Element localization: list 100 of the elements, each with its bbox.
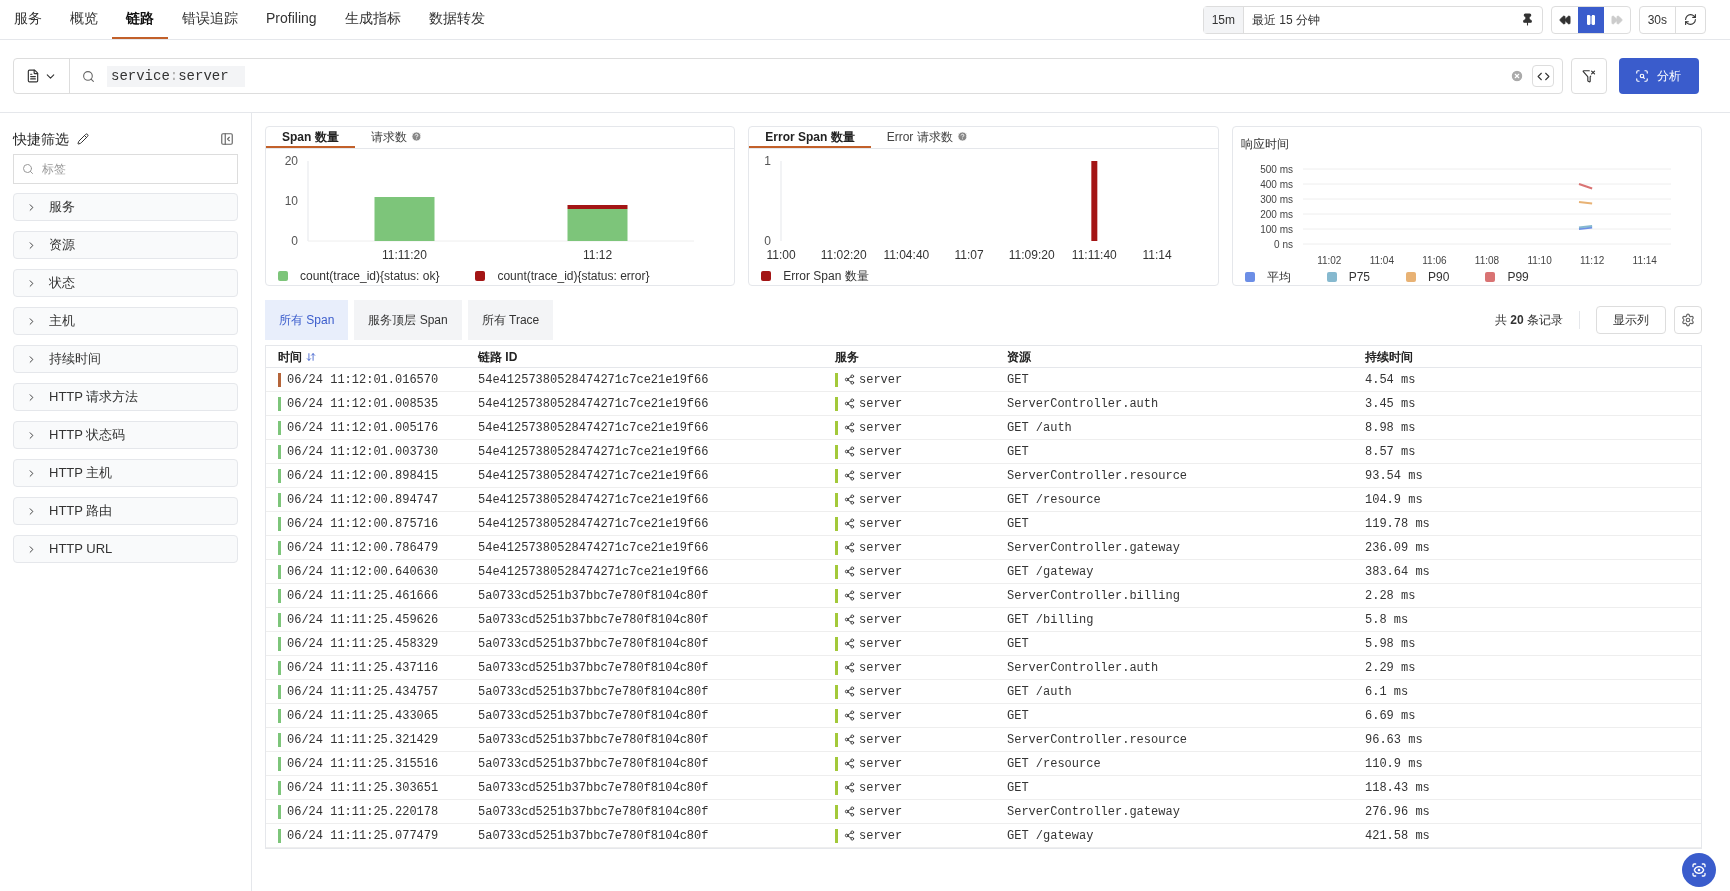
nav-tab[interactable]: 生成指标 [330,0,415,39]
search-bar[interactable]: service:server [13,58,1563,94]
code-toggle[interactable] [1532,65,1554,87]
table-cell-text: 5a0733cd5251b37bbc7e780f8104c80f [477,611,710,629]
service-icon [844,782,855,793]
table-cell-text: 54e41257380528474271c7ce21e19f66 [477,419,710,437]
axis-tick-label: 11:02 [1316,255,1342,264]
table-cell-text: 96.63 ms [1364,731,1424,749]
table-cell-text: 5a0733cd5251b37bbc7e780f8104c80f [477,587,710,605]
table-cell-text: server [859,779,903,797]
table-cell-text: GET [1006,635,1030,653]
filter-group[interactable]: 服务 [13,193,238,221]
service-icon [844,518,855,529]
filter-group[interactable]: 持续时间 [13,345,238,373]
axis-tick-label: 20 [284,154,298,168]
table-row[interactable]: 06/24 11:11:25.461666 5a0733cd5251b37bbc7e780f8104c80f server ServerController.billing 2.28 ms [266,584,1701,608]
axis-tick-label: 500 ms [1259,164,1293,175]
table-cell-text: 06/24 11:12:00.898415 [287,467,439,485]
service-marker [835,396,838,411]
table-cell-text: 06/24 11:11:25.220178 [287,803,439,821]
table-cell-text: 118.43 ms [1364,779,1431,797]
filter-group[interactable]: HTTP 状态码 [13,421,238,449]
table-tab[interactable]: 所有 Span [265,300,349,340]
table-row[interactable]: 06/24 11:11:25.458329 5a0733cd5251b37bbc7e780f8104c80f server GET 5.98 ms [266,632,1701,656]
table-cell-text: 276.96 ms [1364,803,1431,821]
chart-tab[interactable]: Span 数量 [266,127,355,148]
table-cell-text: 236.09 ms [1364,539,1431,557]
collapse-icon[interactable] [220,132,234,146]
filter-group[interactable]: HTTP 主机 [13,459,238,487]
time-range-picker[interactable]: 15m 最近 15 分钟 [1202,5,1543,34]
table-row[interactable]: 06/24 11:12:00.898415 54e41257380528474271c7ce21e19f66 server ServerController.resource 93.54 ms [266,464,1701,488]
pin-icon[interactable] [1520,13,1534,26]
chart-title: 响应时间 [1239,136,1290,153]
service-icon [844,398,855,409]
document-icon [26,69,40,83]
filter-button[interactable] [1571,58,1607,94]
table-row[interactable]: 06/24 11:12:00.640630 54e41257380528474271c7ce21e19f66 server GET /gateway 383.64 ms [266,560,1701,584]
filter-group[interactable]: 主机 [13,307,238,335]
table-row[interactable]: 06/24 11:11:25.437116 5a0733cd5251b37bbc7e780f8104c80f server ServerController.auth 2.29 ms [266,656,1701,680]
table-row[interactable]: 06/24 11:12:01.016570 54e41257380528474271c7ce21e19f66 server GET 4.54 ms [266,368,1701,392]
fast-forward-icon [1610,13,1623,26]
table-row[interactable]: 06/24 11:11:25.434757 5a0733cd5251b37bbc7e780f8104c80f server GET /auth 6.1 ms [266,680,1701,704]
analyze-button[interactable]: 分析 [1619,58,1699,94]
table-tab[interactable]: 服务顶层 Span [354,300,462,340]
filter-group[interactable]: 资源 [13,231,238,259]
table-tab[interactable]: 所有 Trace [467,300,554,340]
chart-tab[interactable]: Error 请求数 [870,127,984,148]
chart-tab[interactable]: Error Span 数量 [749,127,871,148]
table-cell-text: GET /resource [1006,755,1102,773]
nav-tab[interactable]: Profiling [252,0,331,39]
table-cell-text: 06/24 11:12:00.894747 [287,491,439,509]
column-header[interactable]: 持续时间 [1353,347,1701,366]
legend-label: Error Span 数量 [783,268,869,285]
settings-button[interactable] [1674,306,1702,334]
filter-group[interactable]: 状态 [13,269,238,297]
table-row[interactable]: 06/24 11:12:00.786479 54e41257380528474271c7ce21e19f66 server ServerController.gateway 236.09 ms [266,536,1701,560]
filter-group[interactable]: HTTP URL [13,535,238,563]
table-cell-text: 5a0733cd5251b37bbc7e780f8104c80f [477,659,710,677]
table-row[interactable]: 06/24 11:11:25.459626 5a0733cd5251b37bbc7e780f8104c80f server GET /billing 5.8 ms [266,608,1701,632]
table-row[interactable]: 06/24 11:11:25.220178 5a0733cd5251b37bbc7e780f8104c80f server ServerController.gateway 276.96 ms [266,800,1701,824]
table-row[interactable]: 06/24 11:11:25.433065 5a0733cd5251b37bbc7e780f8104c80f server GET 6.69 ms [266,704,1701,728]
nav-tab[interactable]: 服务 [0,0,56,39]
nav-tab[interactable]: 链路 [112,0,168,39]
table-cell-text: server [859,491,903,509]
service-icon [844,542,855,553]
table-row[interactable]: 06/24 11:11:25.315516 5a0733cd5251b37bbc7e780f8104c80f server GET /resource 110.9 ms [266,752,1701,776]
column-header[interactable]: 服务 [823,347,995,366]
axis-tick-label: 11:08 [1474,255,1499,264]
axis-tick-label: 11:12 [582,248,613,262]
column-header[interactable]: 时间 [266,347,466,366]
service-icon [844,710,855,721]
nav-tab[interactable]: 概览 [56,0,112,39]
nav-tab[interactable]: 数据转发 [414,0,499,39]
table-cell-text: ServerController.gateway [1006,803,1181,821]
chart-tab[interactable]: 请求数 [354,127,438,148]
table-cell-text: 06/24 11:11:25.461666 [287,587,439,605]
nav-tab[interactable]: 错误追踪 [168,0,252,39]
table-cell-text: server [859,563,903,581]
table-row[interactable]: 06/24 11:12:01.003730 54e41257380528474271c7ce21e19f66 server GET 8.57 ms [266,440,1701,464]
table-row[interactable]: 06/24 11:11:25.077479 5a0733cd5251b37bbc7e780f8104c80f server GET /gateway 421.58 ms [266,824,1701,848]
table-cell-text: 5a0733cd5251b37bbc7e780f8104c80f [477,635,710,653]
playback-button[interactable] [1577,6,1604,33]
filter-group[interactable]: HTTP 路由 [13,497,238,525]
service-marker [835,636,838,651]
table-row[interactable]: 06/24 11:11:25.321429 5a0733cd5251b37bbc7e780f8104c80f server ServerController.resource 96.63 ms [266,728,1701,752]
table-row[interactable]: 06/24 11:12:01.005176 54e41257380528474271c7ce21e19f66 server GET /auth 8.98 ms [266,416,1701,440]
service-marker [835,708,838,723]
column-header[interactable]: 资源 [995,347,1353,366]
filter-group[interactable]: HTTP 请求方法 [13,383,238,411]
tag-search-field[interactable]: 标签 [13,154,238,184]
columns-button[interactable]: 显示列 [1596,306,1666,334]
column-header[interactable]: 链路 ID [466,347,823,366]
table-row[interactable]: 06/24 11:11:25.303651 5a0733cd5251b37bbc7e780f8104c80f server GET 118.43 ms [266,776,1701,800]
table-row[interactable]: 06/24 11:12:01.008535 54e41257380528474271c7ce21e19f66 server ServerController.auth 3.45 ms [266,392,1701,416]
axis-tick-label: 0 [291,234,298,248]
floating-action-button[interactable] [1682,853,1716,887]
edit-icon[interactable] [77,133,89,145]
table-row[interactable]: 06/24 11:12:00.875716 54e41257380528474271c7ce21e19f66 server GET 119.78 ms [266,512,1701,536]
table-row[interactable]: 06/24 11:12:00.894747 54e41257380528474271c7ce21e19f66 server GET /resource 104.9 ms [266,488,1701,512]
refresh-icon[interactable] [1684,13,1697,26]
